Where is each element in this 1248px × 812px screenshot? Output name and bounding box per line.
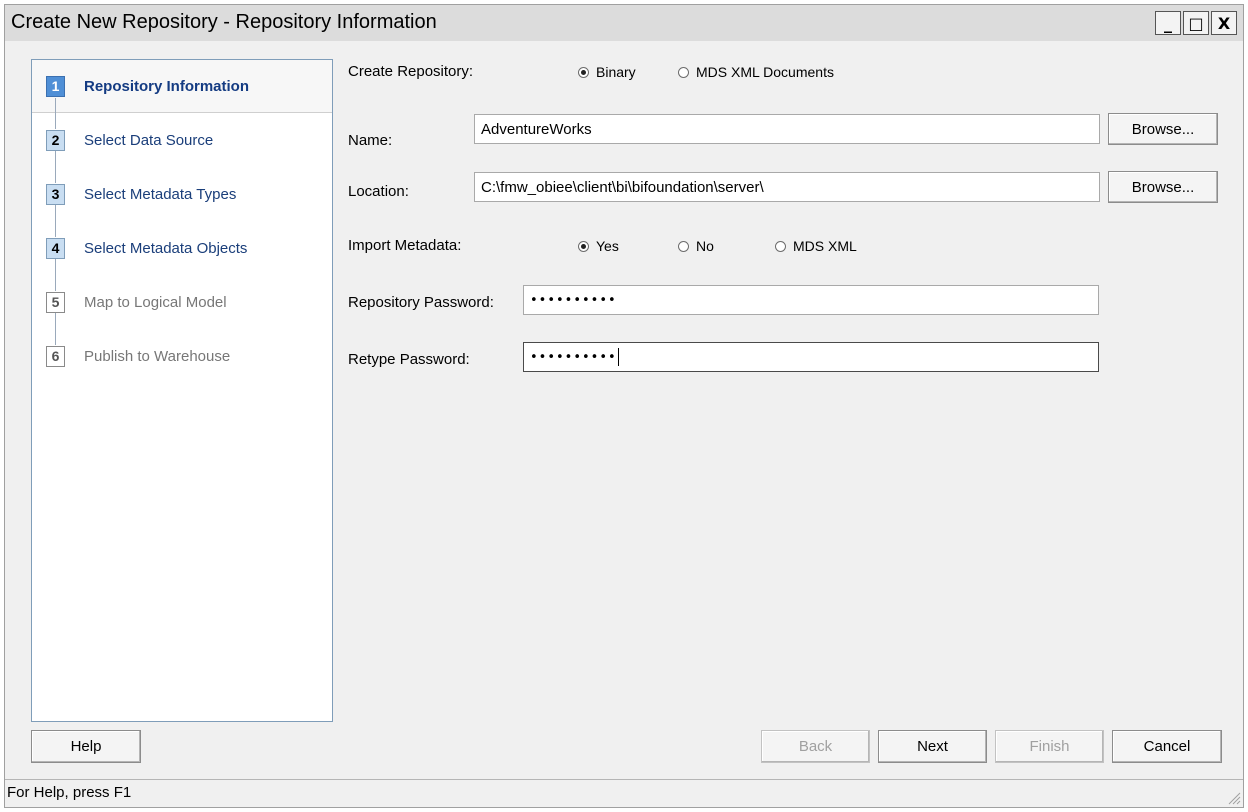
radio-checked-icon (578, 66, 589, 78)
title-bar: Create New Repository - Repository Infor… (5, 5, 1243, 41)
radio-label: MDS XML Documents (696, 64, 834, 80)
radio-import-no[interactable]: No (678, 238, 714, 254)
wizard-steps-panel: 1 Repository Information 2 Select Data S… (31, 59, 333, 722)
step-connector (55, 151, 56, 167)
step-connector (55, 313, 56, 329)
step-label: Map to Logical Model (84, 293, 227, 311)
browse-location-button[interactable]: Browse... (1108, 171, 1218, 203)
password-mask: •••••••••• (530, 349, 617, 365)
step-publish-to-warehouse: 6 Publish to Warehouse (32, 329, 332, 383)
step-connector (55, 329, 56, 345)
dialog-window: Create New Repository - Repository Infor… (4, 4, 1244, 808)
resize-grip-icon[interactable] (1225, 789, 1241, 805)
radio-unchecked-icon (678, 240, 689, 252)
radio-label: Yes (596, 238, 619, 254)
step-connector (55, 98, 56, 113)
step-connector (55, 167, 56, 183)
status-bar: For Help, press F1 (5, 779, 1243, 807)
cancel-button[interactable]: Cancel (1112, 730, 1222, 763)
step-label: Select Metadata Types (84, 185, 237, 203)
radio-unchecked-icon (678, 66, 689, 78)
retype-password-input[interactable]: •••••••••• (523, 342, 1099, 372)
radio-label: Binary (596, 64, 636, 80)
close-icon: X (1217, 13, 1231, 33)
radio-mds-xml-documents[interactable]: MDS XML Documents (678, 64, 834, 80)
name-label: Name: (348, 132, 393, 149)
status-text: For Help, press F1 (7, 784, 132, 801)
import-metadata-label: Import Metadata: (348, 237, 462, 254)
window-title: Create New Repository - Repository Infor… (11, 11, 437, 33)
radio-label: MDS XML (793, 238, 857, 254)
radio-binary[interactable]: Binary (578, 64, 636, 80)
text-caret (617, 348, 619, 366)
radio-import-mds-xml[interactable]: MDS XML (775, 238, 857, 254)
name-input[interactable]: AdventureWorks (474, 114, 1100, 144)
step-number: 6 (46, 345, 65, 367)
maximize-button[interactable]: □ (1183, 11, 1209, 35)
window-controls: _ □ X (1153, 11, 1237, 35)
close-button[interactable]: X (1211, 11, 1237, 35)
maximize-icon: □ (1188, 13, 1204, 33)
location-label: Location: (348, 183, 409, 200)
radio-unchecked-icon (775, 240, 786, 252)
back-button[interactable]: Back (761, 730, 870, 763)
location-input[interactable]: C:\fmw_obiee\client\bi\bifoundation\serv… (474, 172, 1100, 202)
step-connector (55, 275, 56, 291)
radio-import-yes[interactable]: Yes (578, 238, 619, 254)
step-repository-information[interactable]: 1 Repository Information (32, 60, 332, 113)
step-number: 3 (46, 183, 65, 205)
step-select-data-source[interactable]: 2 Select Data Source (32, 113, 332, 167)
step-select-metadata-types[interactable]: 3 Select Metadata Types (32, 167, 332, 221)
step-number: 2 (46, 129, 65, 151)
step-connector (55, 259, 56, 275)
repository-password-label: Repository Password: (348, 294, 494, 311)
radio-label: No (696, 238, 714, 254)
step-label: Repository Information (84, 77, 250, 95)
radio-checked-icon (578, 240, 589, 252)
step-label: Select Data Source (84, 131, 214, 149)
help-button[interactable]: Help (31, 730, 141, 763)
finish-button[interactable]: Finish (995, 730, 1104, 763)
step-select-metadata-objects[interactable]: 4 Select Metadata Objects (32, 221, 332, 275)
step-number: 4 (46, 237, 65, 259)
step-map-to-logical-model: 5 Map to Logical Model (32, 275, 332, 329)
step-label: Publish to Warehouse (84, 347, 231, 365)
minimize-icon: _ (1164, 13, 1172, 33)
browse-name-button[interactable]: Browse... (1108, 113, 1218, 145)
create-repository-label: Create Repository: (348, 63, 474, 80)
password-mask: •••••••••• (530, 292, 617, 308)
step-label: Select Metadata Objects (84, 239, 248, 257)
next-button[interactable]: Next (878, 730, 987, 763)
step-connector (55, 221, 56, 237)
minimize-button[interactable]: _ (1155, 11, 1181, 35)
retype-password-label: Retype Password: (348, 351, 470, 368)
step-number: 1 (46, 75, 65, 97)
step-number: 5 (46, 291, 65, 313)
repository-password-input[interactable]: •••••••••• (523, 285, 1099, 315)
step-connector (55, 113, 56, 129)
step-connector (55, 205, 56, 221)
